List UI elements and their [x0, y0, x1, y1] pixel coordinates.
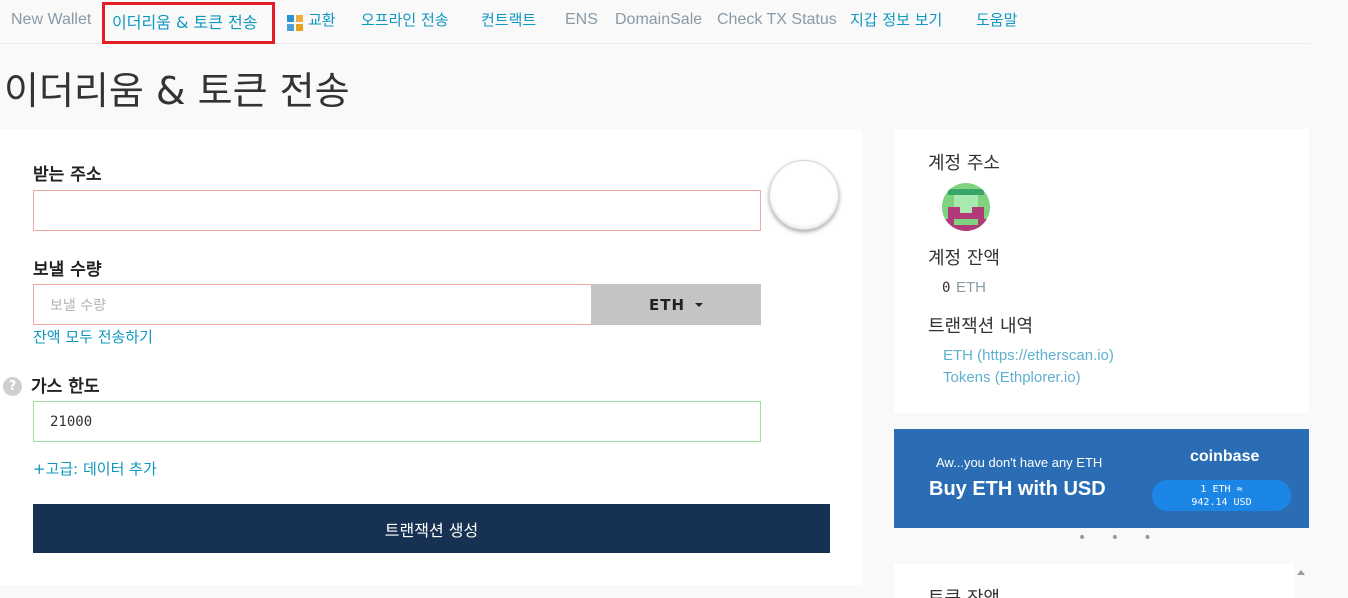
- nav-item-view-wallet[interactable]: 지갑 정보 보기: [850, 9, 942, 30]
- unit-dropdown[interactable]: ETH: [591, 284, 761, 325]
- send-entire-balance-link[interactable]: 잔액 모두 전송하기: [33, 326, 153, 347]
- transaction-history-label: 트랜잭션 내역: [928, 316, 1034, 337]
- nav-item-domainsale[interactable]: DomainSale: [615, 11, 702, 29]
- nav-item-help[interactable]: 도움말: [976, 9, 1017, 30]
- coinbase-headline: Buy ETH with USD: [929, 478, 1106, 500]
- generate-transaction-button[interactable]: 트랜잭션 생성: [33, 504, 830, 553]
- amount-label: 보낼 수량: [33, 260, 102, 280]
- coinbase-tagline: Aw...you don't have any ETH: [936, 455, 1103, 470]
- nav-item-check-tx[interactable]: Check TX Status: [717, 11, 837, 29]
- nav-item-contracts[interactable]: 컨트랙트: [481, 9, 536, 30]
- amount-input[interactable]: 보낼 수량: [33, 284, 592, 325]
- address-identicon-placeholder: [769, 160, 839, 230]
- balance-amount: 0: [942, 280, 951, 296]
- account-address-label: 계정 주소: [928, 153, 1000, 174]
- nav-item-ens[interactable]: ENS: [565, 11, 598, 29]
- price-line-1: 1 ETH ≈: [1200, 484, 1243, 495]
- account-balance-label: 계정 잔액: [928, 248, 1000, 269]
- coinbase-banner[interactable]: Aw...you don't have any ETH Buy ETH with…: [894, 429, 1309, 528]
- etherscan-link[interactable]: ETH (https://etherscan.io): [943, 347, 1114, 364]
- gas-limit-label: 가스 한도: [31, 377, 100, 397]
- balance-unit: ETH: [956, 279, 986, 296]
- coinbase-logo: coinbase: [1190, 448, 1260, 465]
- to-address-label: 받는 주소: [33, 165, 102, 185]
- ethplorer-link[interactable]: Tokens (Ethplorer.io): [943, 369, 1081, 386]
- nav-item-new-wallet[interactable]: New Wallet: [11, 11, 91, 29]
- gas-limit-input[interactable]: 21000: [33, 401, 761, 442]
- nav-item-offline[interactable]: 오프라인 전송: [361, 9, 449, 30]
- eth-price-pill: 1 ETH ≈ 942.14 USD: [1152, 480, 1291, 511]
- token-balance-title: 토큰 잔액: [928, 584, 1000, 598]
- price-line-2: 942.14 USD: [1191, 497, 1252, 508]
- account-identicon: [942, 183, 990, 231]
- amount-placeholder: 보낼 수량: [50, 297, 106, 314]
- page-title: 이더리움 & 토큰 전송: [4, 69, 350, 113]
- advanced-data-link[interactable]: +고급: 데이터 추가: [33, 458, 157, 479]
- gas-limit-value: 21000: [50, 413, 93, 430]
- token-balance-card: 토큰 잔액: [894, 564, 1294, 598]
- unit-value: ETH: [648, 295, 686, 314]
- scroll-up-icon[interactable]: [1294, 566, 1308, 580]
- nav-item-swap[interactable]: 교환: [308, 9, 336, 30]
- swap-icon: [287, 15, 303, 31]
- caret-down-icon: [695, 302, 704, 307]
- to-address-input[interactable]: [33, 190, 761, 231]
- top-nav: New Wallet 이더리움 & 토큰 전송 교환 오프라인 전송 컨트랙트 …: [0, 0, 1310, 44]
- active-tab-highlight: [102, 2, 275, 44]
- carousel-dots[interactable]: • • •: [1078, 530, 1162, 546]
- help-icon[interactable]: ?: [3, 377, 22, 396]
